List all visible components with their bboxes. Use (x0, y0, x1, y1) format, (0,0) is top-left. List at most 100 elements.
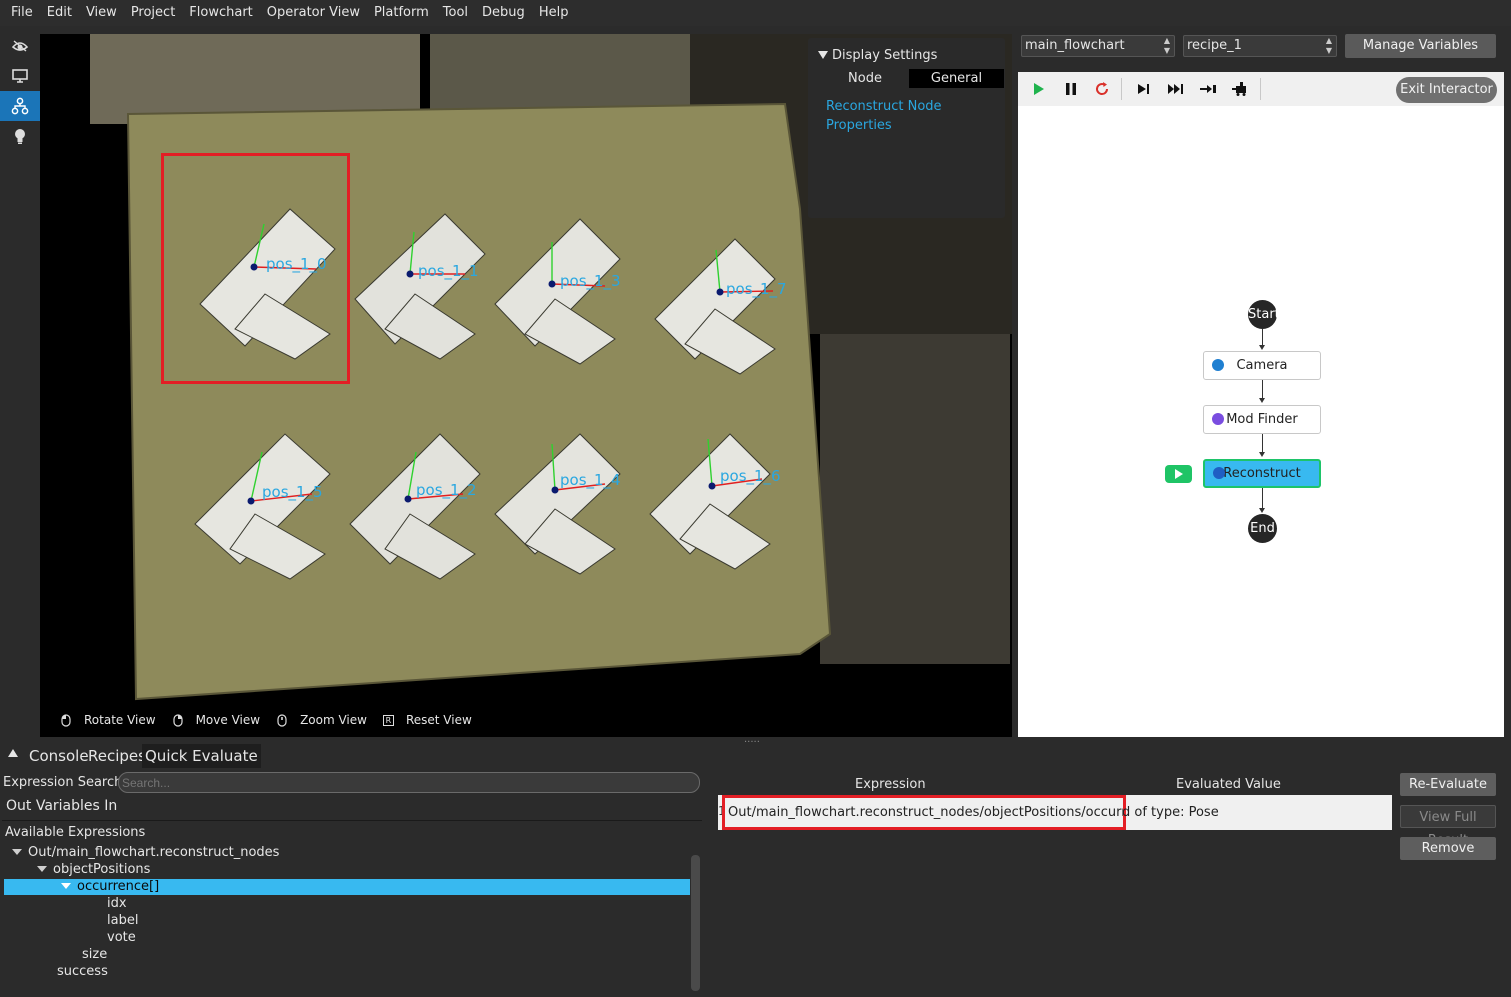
display-settings-title: Display Settings (832, 48, 938, 63)
flowchart-select-value: main_flowchart (1025, 38, 1125, 53)
tab-node[interactable]: Node (820, 69, 910, 88)
bottom-tabs: Console Recipes Quick Evaluate (0, 742, 1511, 768)
tab-quick-evaluate[interactable]: Quick Evaluate (142, 744, 261, 768)
rotate-view-hint: Rotate View (60, 713, 156, 727)
monitor-icon[interactable] (0, 61, 40, 91)
expression-search-input[interactable] (118, 772, 700, 793)
pose-label: pos_1_7 (726, 280, 787, 298)
flowchart-icon[interactable] (0, 91, 40, 121)
connector (1262, 380, 1263, 398)
pose-label: pos_1_3 (560, 272, 621, 290)
result-row[interactable]: 1 Out/main_flowchart.reconstruct_nodes/o… (718, 795, 1392, 830)
menu-help[interactable]: Help (532, 0, 576, 26)
collapse-triangle-icon (818, 51, 828, 59)
expand-arrow-icon (61, 882, 71, 889)
manage-variables-button[interactable]: Manage Variables (1345, 34, 1496, 58)
camera-node[interactable]: Camera (1203, 351, 1321, 380)
connector-arrow (1259, 345, 1265, 350)
tree-item-occurrence[interactable]: occurrence[] (4, 879, 690, 895)
col-header-expression: Expression (855, 777, 926, 792)
updown-arrows-icon: ▲ ▼ (1163, 36, 1170, 55)
key-r-icon: R (382, 714, 394, 726)
menu-debug[interactable]: Debug (475, 0, 532, 26)
tab-recipes[interactable]: Recipes (88, 744, 146, 768)
mod-finder-node-label: Mod Finder (1226, 412, 1298, 427)
menu-view[interactable]: View (79, 0, 124, 26)
tab-console[interactable]: Console (29, 744, 89, 768)
fast-forward-icon[interactable] (1166, 79, 1186, 99)
pose-label: pos_1_6 (720, 467, 781, 485)
mouse-right-icon (172, 713, 184, 727)
start-node[interactable]: Start (1248, 300, 1280, 329)
mod-finder-node[interactable]: Mod Finder (1203, 405, 1321, 434)
pose-label: pos_1_1 (418, 262, 479, 280)
restart-icon[interactable] (1092, 79, 1112, 99)
pause-icon[interactable] (1061, 79, 1081, 99)
expression-tree: Available Expressions Out/main_flowchart… (2, 820, 702, 992)
expand-arrow-icon (12, 848, 22, 855)
selection-highlight-box (161, 153, 350, 384)
eye-icon[interactable] (0, 31, 40, 61)
left-icon-strip (0, 26, 40, 738)
reconstruct-node-properties-link[interactable]: Reconstruct Node Properties (826, 97, 966, 135)
flowchart-select[interactable]: main_flowchart ▲ ▼ (1021, 35, 1175, 57)
zoom-view-label: Zoom View (300, 713, 367, 727)
3d-viewport[interactable]: pos_1_0 pos_1_1 pos_1_3 pos_1_7 pos_1_5 … (40, 34, 1012, 737)
menubar: File Edit View Project Flowchart Operato… (0, 0, 1511, 26)
step-icon[interactable] (1134, 79, 1154, 99)
tree-item-label[interactable]: label (4, 913, 138, 929)
menu-operator-view[interactable]: Operator View (260, 0, 367, 26)
play-icon[interactable] (1029, 79, 1049, 99)
mouse-wheel-icon (276, 713, 288, 727)
tree-item-vote[interactable]: vote (4, 930, 136, 946)
exit-interactor-button[interactable]: Exit Interactor (1396, 77, 1497, 103)
tree-label: Out/main_flowchart.reconstruct_nodes (28, 845, 280, 860)
display-settings-header[interactable]: Display Settings (818, 48, 937, 63)
tree-item-size[interactable]: size (4, 947, 107, 963)
out-variables-label: Out Variables In (6, 798, 118, 814)
expression-cell[interactable]: Out/main_flowchart.reconstruct_nodes/obj… (722, 795, 1126, 830)
tree-scrollbar[interactable] (691, 855, 700, 991)
connector-arrow (1259, 452, 1265, 457)
tree-item-object-positions[interactable]: objectPositions (4, 862, 150, 878)
menu-project[interactable]: Project (124, 0, 182, 26)
tree-label: occurrence[] (77, 879, 160, 894)
collapse-panel-icon[interactable] (8, 749, 18, 757)
view-controls: Rotate View Move View Zoom View R Reset … (60, 710, 488, 730)
evaluated-value-cell: d of type: Pose (1122, 805, 1219, 820)
flowchart-panel: Exit Interactor Start Camera Mod Finder … (1018, 72, 1504, 737)
reconstruct-node[interactable]: Reconstruct (1203, 459, 1321, 488)
display-settings-panel: Display Settings Node General Reconstruc… (808, 38, 1005, 218)
camera-step-icon[interactable] (1230, 79, 1250, 99)
pose-label: pos_1_4 (560, 471, 621, 489)
tab-general[interactable]: General (909, 69, 1004, 88)
right-top-controls: main_flowchart ▲ ▼ recipe_1 ▲ ▼ Manage Var… (1016, 34, 1511, 64)
updown-arrows-icon: ▲ ▼ (1325, 36, 1332, 55)
pose-label: pos_1_2 (416, 481, 477, 499)
tree-label: objectPositions (53, 862, 151, 877)
connector (1262, 434, 1263, 452)
end-node[interactable]: End (1248, 514, 1277, 543)
tree-item-root[interactable]: Out/main_flowchart.reconstruct_nodes (4, 845, 279, 861)
connector-arrow (1259, 508, 1265, 513)
mouse-left-icon (60, 713, 72, 727)
menu-edit[interactable]: Edit (40, 0, 79, 26)
menu-tool[interactable]: Tool (436, 0, 475, 26)
lightbulb-icon[interactable] (0, 121, 40, 151)
menu-platform[interactable]: Platform (367, 0, 436, 26)
step-into-icon[interactable] (1198, 79, 1218, 99)
menu-file[interactable]: File (4, 0, 40, 26)
expression-search-label: Expression Search: (3, 775, 127, 790)
tree-item-success[interactable]: success (4, 964, 108, 980)
view-full-result-button[interactable]: View Full Result (1400, 805, 1496, 848)
mod-finder-icon (1212, 413, 1224, 425)
recipe-select[interactable]: recipe_1 ▲ ▼ (1183, 35, 1337, 57)
reset-view-label: Reset View (405, 713, 472, 727)
reset-view-hint: R Reset View (382, 713, 472, 727)
menu-flowchart[interactable]: Flowchart (182, 0, 259, 26)
remove-button[interactable]: Remove (1400, 837, 1496, 860)
flowchart-toolbar: Exit Interactor (1018, 72, 1504, 106)
tree-item-idx[interactable]: idx (4, 896, 127, 912)
toolbar-divider (1260, 78, 1261, 100)
re-evaluate-button[interactable]: Re-Evaluate (1400, 773, 1496, 796)
